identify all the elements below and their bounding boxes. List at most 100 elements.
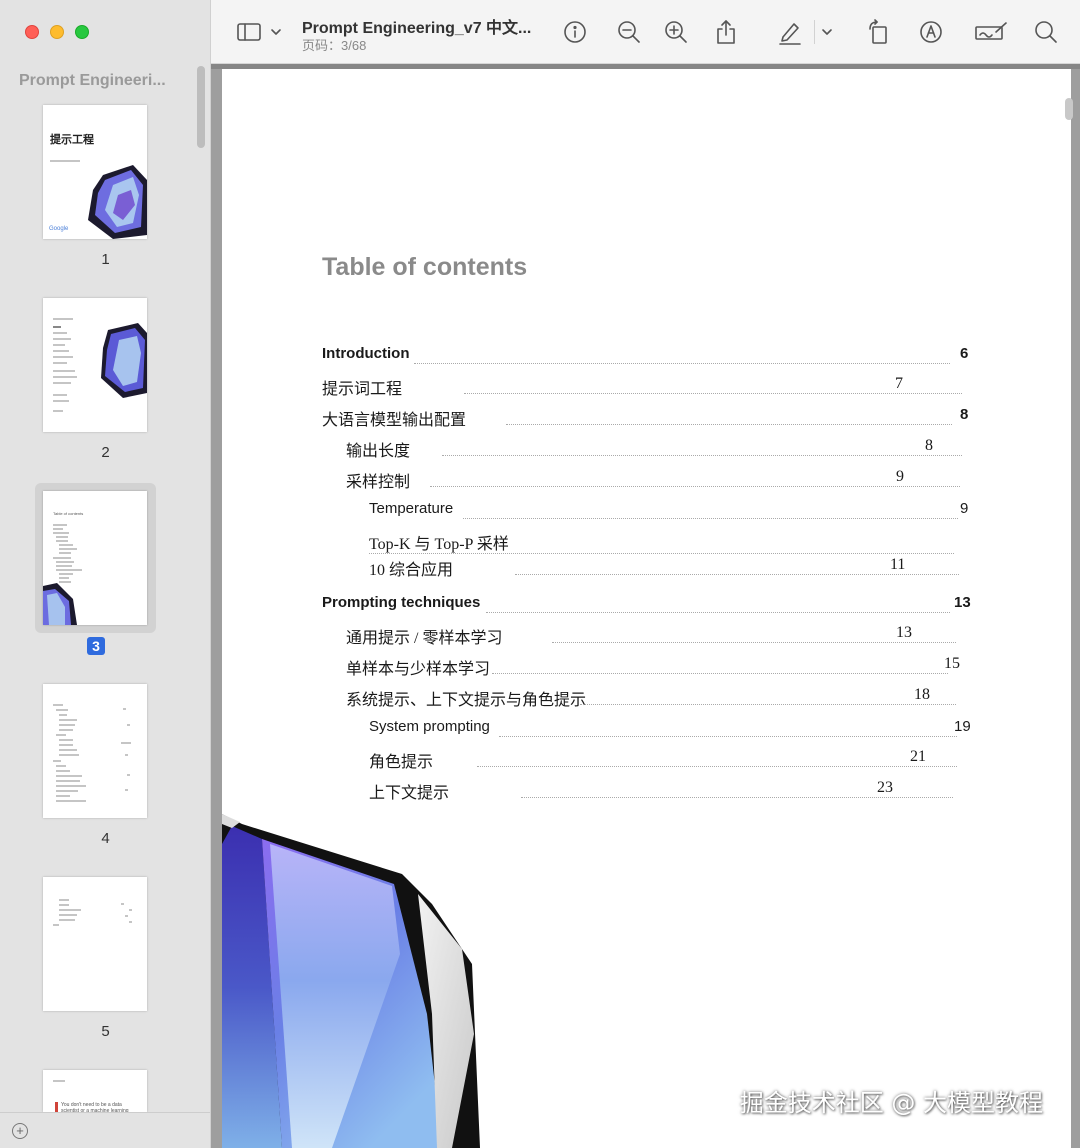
markup-icon — [920, 21, 942, 43]
page-thumbnail-label: 4 — [101, 830, 110, 847]
toc-entry-label: 采样控制 — [346, 474, 411, 491]
toc-entry[interactable]: 角色提示 21 — [369, 748, 970, 771]
markup-menu-button[interactable] — [817, 17, 837, 47]
toc-leader — [492, 673, 948, 674]
annotate-button[interactable] — [916, 17, 946, 47]
toc-leader — [499, 736, 957, 737]
toc-entry[interactable]: 采样控制 9 — [346, 468, 970, 491]
toc-leader — [521, 797, 953, 798]
gem-illustration — [222, 814, 480, 1148]
toc-entry-page: 7 — [895, 375, 903, 392]
toc-leader — [477, 766, 957, 767]
chevron-down-icon — [822, 29, 832, 35]
zoom-window-button[interactable] — [75, 25, 89, 39]
toc-entry-label: 上下文提示 — [369, 785, 450, 802]
pdf-page-3: Table of contents Introduction 6 提示词工程 7… — [222, 69, 1071, 1148]
toc-entry-label: 单样本与少样本学习 — [346, 661, 491, 678]
page-thumbnail-2[interactable] — [43, 298, 147, 432]
gem-graphic — [101, 323, 147, 398]
toc-leader — [464, 393, 962, 394]
toc-entry-label: Top-K 与 Top-P 采样 — [369, 536, 509, 553]
rotate-button[interactable] — [863, 17, 893, 47]
toc-leader — [369, 553, 954, 554]
toc-entry[interactable]: Introduction 6 — [322, 345, 970, 367]
signature-icon — [975, 22, 1007, 40]
toc-entry-page: 15 — [944, 655, 960, 672]
toolbar: Prompt Engineering_v7 中文... 页码：3/68 — [211, 0, 1080, 64]
toc-leader — [414, 363, 950, 364]
toc-leader — [463, 518, 958, 519]
page-thumbnail-6[interactable]: You don't need to be a data scientist or… — [43, 1070, 147, 1112]
zoom-in-button[interactable] — [661, 17, 691, 47]
toc-entry-label: 输出长度 — [346, 443, 411, 460]
toc-entry[interactable]: Prompting techniques 13 — [322, 594, 971, 616]
toc-entry[interactable]: 上下文提示 23 — [369, 779, 970, 802]
minimize-window-button[interactable] — [50, 25, 64, 39]
toc-entry-label: 10 综合应用 — [369, 562, 454, 579]
toc-entry[interactable]: Temperature 9 — [369, 500, 970, 522]
toc-entry-page: 9 — [896, 468, 904, 485]
toc-leader — [486, 612, 950, 613]
toc-entry[interactable]: System prompting 19 — [369, 718, 971, 740]
toc-entry-label: 角色提示 — [369, 754, 434, 771]
toc-entry-label: Prompting techniques — [322, 594, 481, 611]
sidebar-document-title: Prompt Engineeri... — [19, 72, 166, 89]
page-thumbnail-label: 5 — [101, 1023, 110, 1040]
toc-entry[interactable]: 单样本与少样本学习 15 — [346, 655, 970, 678]
toc-entry[interactable]: 10 综合应用 11 — [369, 556, 970, 579]
cover-gem-graphic — [88, 165, 147, 239]
page-thumbnail-3[interactable]: Table of contents — [43, 491, 147, 625]
page-thumbnail-label: 1 — [101, 251, 110, 268]
toc-entry[interactable]: Top-K 与 Top-P 采样 — [369, 530, 970, 554]
zoom-in-icon — [665, 21, 687, 43]
toc-entry-label: 大语言模型输出配置 — [322, 412, 467, 429]
toc-leader — [552, 642, 956, 643]
zoom-out-button[interactable] — [614, 17, 644, 47]
gem-graphic — [43, 583, 77, 625]
toc-entry-page: 18 — [914, 686, 930, 703]
close-window-button[interactable] — [25, 25, 39, 39]
watermark-text: 掘金技术社区 @ 大模型教程 — [739, 1089, 1043, 1117]
sidebar-toggle-button[interactable] — [233, 17, 283, 47]
page-thumbnail-1[interactable]: 提示工程 Google — [43, 105, 147, 239]
toc-leader — [515, 574, 959, 575]
toolbar-divider — [814, 20, 815, 44]
google-logo: Google — [49, 226, 69, 232]
sidebar-footer: + — [0, 1112, 210, 1148]
toc-entry-page: 11 — [890, 556, 906, 573]
add-page-icon[interactable]: + — [12, 1123, 28, 1139]
toc-heading: Table of contents — [322, 253, 528, 281]
toc-entry-label: 提示词工程 — [322, 381, 403, 398]
toc-entry-label: 通用提示 / 零样本学习 — [346, 630, 503, 647]
quote-accent — [55, 1102, 58, 1112]
toc-entry[interactable]: 大语言模型输出配置 8 — [322, 406, 970, 429]
toc-entry[interactable]: 输出长度 8 — [346, 437, 970, 460]
selected-page-badge: 3 — [87, 637, 105, 655]
toc-entry-page: 9 — [960, 500, 969, 517]
signature-button[interactable] — [971, 17, 1011, 47]
search-icon — [1035, 21, 1057, 43]
page-thumbnail-4[interactable] — [43, 684, 147, 818]
document-view[interactable]: Table of contents Introduction 6 提示词工程 7… — [211, 64, 1080, 1148]
page-indicator: 页码：3/68 — [302, 38, 367, 53]
markup-highlight-button[interactable] — [775, 17, 805, 47]
search-button[interactable] — [1031, 17, 1061, 47]
toc-entry[interactable]: 系统提示、上下文提示与角色提示 18 — [346, 686, 970, 709]
toc-entry-page: 23 — [877, 779, 893, 796]
toc-leader — [580, 704, 956, 705]
page-thumbnail-5[interactable] — [43, 877, 147, 1011]
share-button[interactable] — [711, 17, 741, 47]
toc-entry[interactable]: 通用提示 / 零样本学习 13 — [346, 624, 970, 647]
page-thumbnail-label: 2 — [101, 444, 110, 461]
sidebar-scrollbar[interactable] — [197, 66, 205, 148]
toc-leader — [442, 455, 962, 456]
info-icon — [564, 21, 586, 43]
toc-entry-page: 8 — [960, 406, 969, 423]
share-icon — [717, 20, 735, 44]
document-scrollbar[interactable] — [1065, 98, 1073, 120]
sidebar-icon — [237, 23, 281, 41]
toc-entry-label: 系统提示、上下文提示与角色提示 — [346, 692, 587, 709]
window-controls — [25, 25, 89, 39]
toc-entry[interactable]: 提示词工程 7 — [322, 375, 970, 398]
info-button[interactable] — [560, 17, 590, 47]
